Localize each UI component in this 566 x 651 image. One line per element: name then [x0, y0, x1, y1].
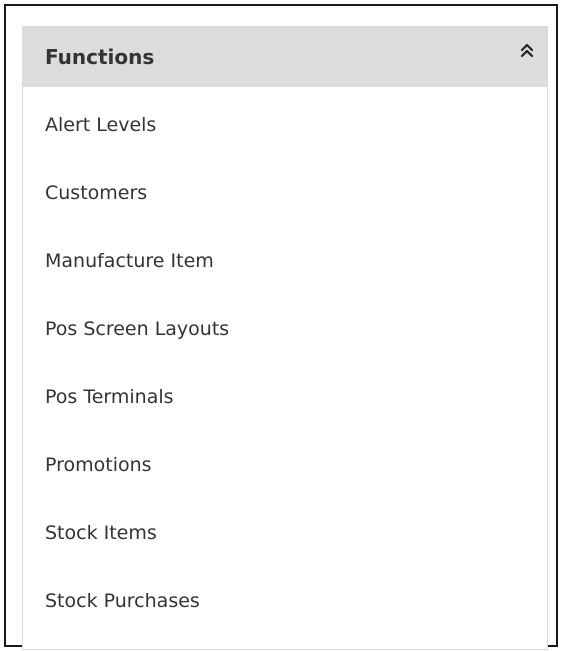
- functions-item-stock-purchases[interactable]: Stock Purchases: [23, 567, 547, 635]
- double-chevron-up-icon[interactable]: [519, 41, 535, 61]
- functions-item-stock-items[interactable]: Stock Items: [23, 499, 547, 567]
- functions-item-promotions[interactable]: Promotions: [23, 431, 547, 499]
- functions-item-pos-screen-layouts[interactable]: Pos Screen Layouts: [23, 295, 547, 363]
- functions-item-customers[interactable]: Customers: [23, 159, 547, 227]
- functions-item-manufacture-item[interactable]: Manufacture Item: [23, 227, 547, 295]
- functions-panel-header[interactable]: Functions: [23, 27, 547, 87]
- functions-item-alert-levels[interactable]: Alert Levels: [23, 91, 547, 159]
- panel-title: Functions: [45, 45, 155, 69]
- functions-panel: Functions Alert Levels Customers Manufac…: [22, 26, 548, 650]
- screenshot-frame: Functions Alert Levels Customers Manufac…: [4, 4, 558, 650]
- functions-item-pos-terminals[interactable]: Pos Terminals: [23, 363, 547, 431]
- functions-list: Alert Levels Customers Manufacture Item …: [23, 91, 547, 635]
